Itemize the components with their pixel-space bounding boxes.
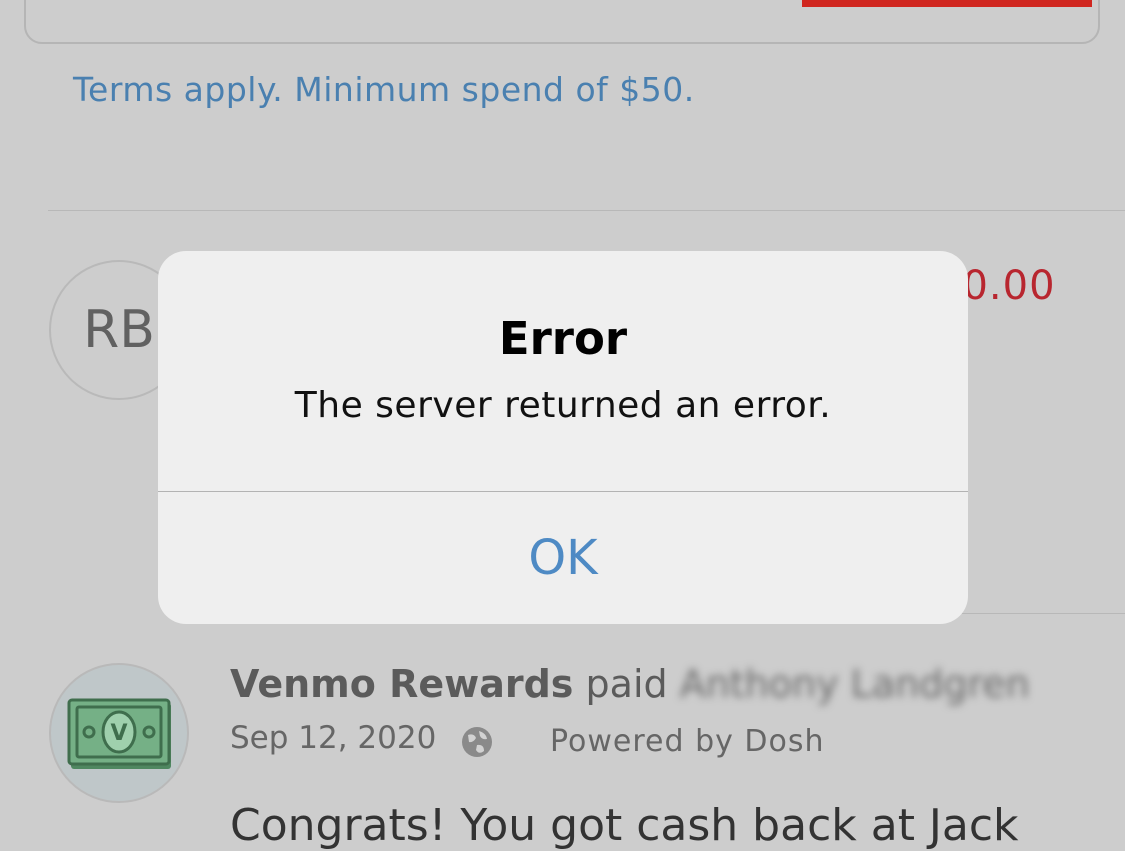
- feed-message: Congrats! You got cash back at Jack: [230, 800, 1019, 851]
- dollar-bill-icon: V: [67, 698, 171, 769]
- promo-card[interactable]: [24, 0, 1100, 44]
- error-alert: Error The server returned an error. OK: [158, 251, 968, 624]
- ok-button[interactable]: OK: [158, 492, 968, 624]
- feed-item-title[interactable]: Venmo Rewards paid Anthony Landgren: [230, 662, 1030, 706]
- feed-actor[interactable]: Venmo Rewards: [230, 662, 573, 706]
- feed-date: Sep 12, 2020: [230, 720, 437, 756]
- powered-by-label: Powered by Dosh: [550, 724, 825, 759]
- shoe-image: [802, 0, 1092, 7]
- divider: [48, 210, 1125, 211]
- feed-recipient[interactable]: Anthony Landgren: [680, 662, 1030, 706]
- alert-message: The server returned an error.: [294, 385, 832, 426]
- promo-terms-link[interactable]: Terms apply. Minimum spend of $50.: [73, 70, 695, 109]
- globe-icon: [462, 727, 492, 757]
- avatar[interactable]: V: [49, 663, 189, 803]
- feed-verb: paid: [585, 662, 668, 706]
- svg-text:V: V: [110, 721, 127, 746]
- alert-title: Error: [498, 312, 628, 365]
